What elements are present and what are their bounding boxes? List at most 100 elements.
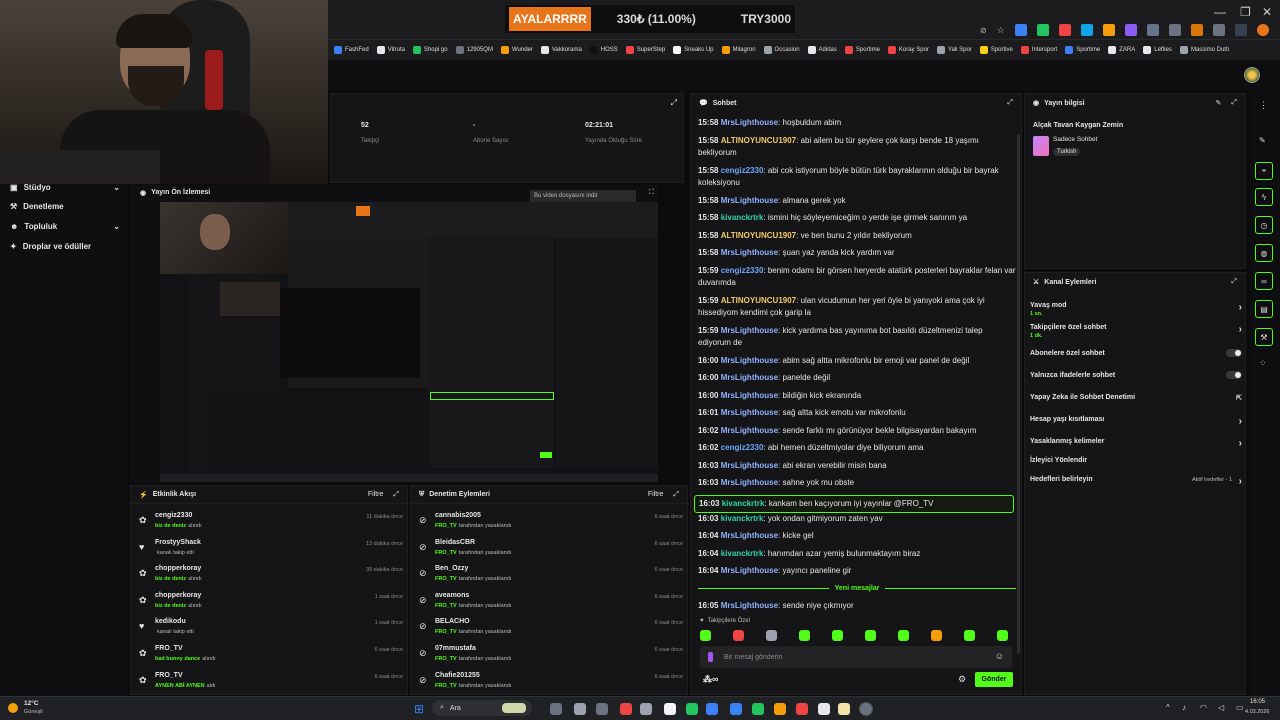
channel-action-item[interactable]: Takipçilere özel sohbet 1 dk. ›	[1030, 324, 1242, 339]
chat-username[interactable]: kivanckrtrk	[721, 213, 764, 222]
extension-icon[interactable]	[1190, 24, 1203, 36]
chat-username[interactable]: MrsLighthouse	[721, 566, 778, 575]
activity-item[interactable]: ✿ FRO_TV AYNEN ABİ AYNEN aldı 6 saat önce	[139, 672, 403, 698]
chat-message[interactable]: 16:00 MrsLighthouse: bildiğin kick ekran…	[698, 390, 1016, 402]
avatar[interactable]	[1244, 67, 1260, 83]
activity-username[interactable]: chopperkoray	[155, 565, 201, 572]
filter-button[interactable]: Filtre	[648, 491, 664, 498]
filter-button[interactable]: Filtre	[368, 491, 384, 498]
emote-icon[interactable]	[898, 630, 909, 641]
download-icon[interactable]	[1234, 24, 1247, 36]
rail-button-timer[interactable]: ◷	[1255, 216, 1273, 234]
chat-input[interactable]: Bir mesaj gönderin ☺	[700, 646, 1012, 668]
chat-username[interactable]: MrsLighthouse	[721, 248, 778, 257]
emote-icon[interactable]	[832, 630, 843, 641]
sidebar-item-drops[interactable]: ✦ Droplar ve ödüller	[10, 242, 120, 251]
moderation-item[interactable]: ⊘ BleidasCBR FRO_TV tarafından yasaklandı 6 …	[419, 539, 683, 565]
edit-icon[interactable]: ✎	[1216, 99, 1222, 107]
taskbar-app-icon[interactable]	[752, 703, 764, 715]
bookmark-item[interactable]: Koray Spor	[887, 46, 929, 54]
rail-button-link[interactable]: ∞	[1255, 272, 1273, 290]
chat-message[interactable]: 16:00 MrsLighthouse: abim sağ altta mikr…	[698, 355, 1016, 367]
activity-item[interactable]: ✿ FRO_TV bad bunny dance alındı 6 saat önce	[139, 645, 403, 671]
expand-icon[interactable]: ⤢	[1231, 278, 1237, 286]
chevron-up-icon[interactable]: ^	[1166, 703, 1170, 712]
banned-username[interactable]: BELACHO	[435, 618, 470, 625]
taskbar-search[interactable]: ⌕ Ara	[432, 700, 532, 716]
activity-item[interactable]: ♥ FrostyyShack kanalı takip etti 13 dakika …	[139, 539, 403, 565]
taskbar-app-icon[interactable]	[686, 703, 698, 715]
windows-start-icon[interactable]: ⊞	[414, 702, 424, 716]
chat-message[interactable]: 16:04 MrsLighthouse: kicke gel	[698, 530, 1016, 542]
channel-action-item[interactable]: Yavaş mod 1 sn. ›	[1030, 302, 1242, 317]
bookmark-item[interactable]: HOSS	[589, 46, 618, 54]
expand-icon[interactable]: ⤢	[671, 98, 677, 108]
chat-message[interactable]: 16:04 MrsLighthouse: yayıncı paneline gi…	[698, 565, 1016, 577]
bookmark-item[interactable]: Intersport	[1020, 46, 1057, 54]
clock-time[interactable]: 16:05	[1250, 699, 1265, 705]
chat-username[interactable]: kivanckrtrk	[721, 549, 764, 558]
chat-message[interactable]: 16:02 MrsLighthouse: sende farklı mı gör…	[698, 425, 1016, 437]
chat-message[interactable]: 16:03 MrsLighthouse: sahne yok mu obste	[698, 477, 1016, 489]
chat-username[interactable]: MrsLighthouse	[721, 391, 778, 400]
emoji-icon[interactable]: ☺	[995, 651, 1004, 661]
chat-message[interactable]: 15:58 ALTINOYUNCU1907: ve ben bunu 2 yıl…	[698, 230, 1016, 242]
emote-icon[interactable]	[865, 630, 876, 641]
chat-username[interactable]: MrsLighthouse	[721, 356, 778, 365]
activity-username[interactable]: FRO_TV	[155, 645, 183, 652]
dots-icon[interactable]: ⁘	[1259, 358, 1267, 369]
activity-username[interactable]: cengiz2330	[155, 512, 192, 519]
bookmark-item[interactable]: Vakkorama	[540, 46, 582, 54]
expand-icon[interactable]: ⤢	[1007, 99, 1013, 107]
taskbar-app-icon[interactable]	[664, 703, 676, 715]
chat-username[interactable]: MrsLighthouse	[721, 118, 778, 127]
channel-action-item[interactable]: İzleyici Yönlendir	[1030, 457, 1242, 464]
rail-button-bolt[interactable]: ϟ	[1255, 188, 1273, 206]
chat-message[interactable]: 15:58 kivanckrtrk: ismini hiç söyleyemic…	[698, 212, 1016, 224]
toggle-switch[interactable]	[1226, 349, 1242, 357]
moderation-item[interactable]: ⊘ cannabis2005 FRO_TV tarafından yasaklandı…	[419, 512, 683, 538]
clock-date[interactable]: 4.03.2026	[1245, 709, 1269, 715]
send-button[interactable]: Gönder	[975, 672, 1013, 687]
mic-tray-icon[interactable]: ♪	[1182, 703, 1186, 712]
chat-username[interactable]: kivanckrtrk	[721, 514, 764, 523]
wifi-icon[interactable]: ◠	[1200, 703, 1207, 712]
extension-icon[interactable]	[1124, 24, 1137, 36]
banned-username[interactable]: 07mmustafa	[435, 645, 476, 652]
mic-icon[interactable]	[708, 652, 713, 662]
sidebar-item-community[interactable]: ☻ Topluluk ⌄	[10, 222, 120, 231]
bookmark-item[interactable]: Sportime	[844, 46, 880, 54]
taskbar-app-icon[interactable]	[596, 703, 608, 715]
gear-icon[interactable]: ⚙	[958, 674, 966, 685]
banned-username[interactable]: Ben_Ozzy	[435, 565, 468, 572]
bookmark-item[interactable]: Lefties	[1143, 46, 1172, 54]
chat-username[interactable]: ALTINOYUNCU1907	[721, 296, 796, 305]
emote-icon[interactable]	[799, 630, 810, 641]
chat-username[interactable]: cengiz2330	[721, 266, 764, 275]
bookmark-item[interactable]: Sneaks Up	[673, 46, 714, 54]
bookmark-item[interactable]: Sportive	[979, 46, 1013, 54]
taskbar-app-icon[interactable]	[838, 703, 850, 715]
emote-icon[interactable]	[733, 630, 744, 641]
rail-button-tool[interactable]: ⚒	[1255, 328, 1273, 346]
banned-username[interactable]: Chafie201255	[435, 672, 480, 679]
extension-icon[interactable]	[1146, 24, 1159, 36]
banned-username[interactable]: aveamons	[435, 592, 469, 599]
activity-item[interactable]: ✿ chopperkoray biz de deniz alındı 1 saat ön…	[139, 592, 403, 618]
rail-button-target[interactable]: ⌖	[1255, 162, 1273, 180]
chat-message[interactable]: 15:58 ALTINOYUNCU1907: abi ailem bu tür …	[698, 135, 1016, 159]
moderation-item[interactable]: ⊘ BELACHO FRO_TV tarafından yasaklandı 6 saa…	[419, 618, 683, 644]
taskbar-app-icon[interactable]	[620, 703, 632, 715]
moderation-item[interactable]: ⊘ aveamons FRO_TV tarafından yasaklandı 6 sa…	[419, 592, 683, 618]
minimize-icon[interactable]: —	[1214, 5, 1226, 19]
taskbar-app-icon[interactable]	[796, 703, 808, 715]
banned-username[interactable]: cannabis2005	[435, 512, 481, 519]
chat-message[interactable]: 15:59 ALTINOYUNCU1907: ulan vicudumun he…	[698, 295, 1016, 319]
moderation-item[interactable]: ⊘ Chafie201255 FRO_TV tarafından yasaklandı…	[419, 672, 683, 698]
taskbar-app-icon[interactable]	[706, 703, 718, 715]
bookmark-item[interactable]: Shopi go	[412, 46, 448, 54]
emote-icon[interactable]	[964, 630, 975, 641]
extension-icon[interactable]	[1080, 24, 1093, 36]
chat-username[interactable]: MrsLighthouse	[721, 408, 778, 417]
bookmark-item[interactable]: SuperStep	[625, 46, 665, 54]
